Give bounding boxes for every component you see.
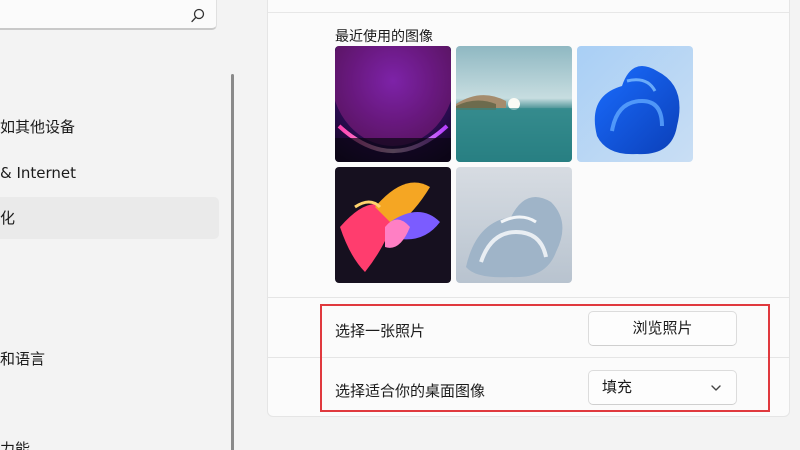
colorful-ribbon-wallpaper-image — [335, 167, 451, 283]
search-icon — [191, 8, 205, 23]
fit-label: 选择适合你的桌面图像 — [335, 382, 486, 400]
purple-glow-wallpaper-image — [335, 46, 451, 162]
light-bloom-wallpaper-image — [456, 167, 572, 283]
recent-image-3[interactable] — [577, 46, 693, 162]
fit-dropdown-value: 填充 — [602, 378, 633, 396]
lake-sunrise-wallpaper-image — [456, 46, 572, 162]
sidebar-item-label: & Internet — [0, 164, 77, 182]
chevron-down-icon — [711, 385, 721, 391]
divider — [268, 357, 789, 358]
sidebar-item-label: 化 — [0, 209, 16, 227]
recent-image-2[interactable] — [456, 46, 572, 162]
sidebar-item-time-language[interactable]: 和语言 — [0, 338, 219, 380]
recent-image-5[interactable] — [456, 167, 572, 283]
sidebar-item-label: 如其他设备 — [0, 118, 76, 136]
divider — [268, 297, 789, 298]
sidebar-item-network[interactable]: & Internet — [0, 152, 219, 194]
choose-photo-label: 选择一张照片 — [335, 322, 426, 340]
recent-image-4[interactable] — [335, 167, 451, 283]
sidebar-scrollbar[interactable] — [231, 74, 234, 450]
browse-photos-button[interactable]: 浏览照片 — [588, 311, 737, 346]
sidebar-item-label: 力能 — [0, 440, 31, 450]
blue-bloom-wallpaper-image — [577, 46, 693, 162]
divider — [268, 12, 789, 13]
sidebar-item-personalization[interactable]: 化 — [0, 197, 219, 239]
sidebar-item-accessibility[interactable]: 力能 — [0, 428, 219, 450]
recent-images-title: 最近使用的图像 — [335, 29, 433, 45]
recent-image-1[interactable] — [335, 46, 451, 162]
sidebar-item-label: 和语言 — [0, 350, 46, 368]
settings-window: 如其他设备 & Internet 化 和语言 力能 最近使用的图像 选择一张照片… — [0, 0, 800, 450]
search-input[interactable] — [0, 0, 217, 30]
sidebar-item-devices[interactable]: 如其他设备 — [0, 106, 219, 148]
fit-dropdown[interactable]: 填充 — [588, 370, 737, 405]
